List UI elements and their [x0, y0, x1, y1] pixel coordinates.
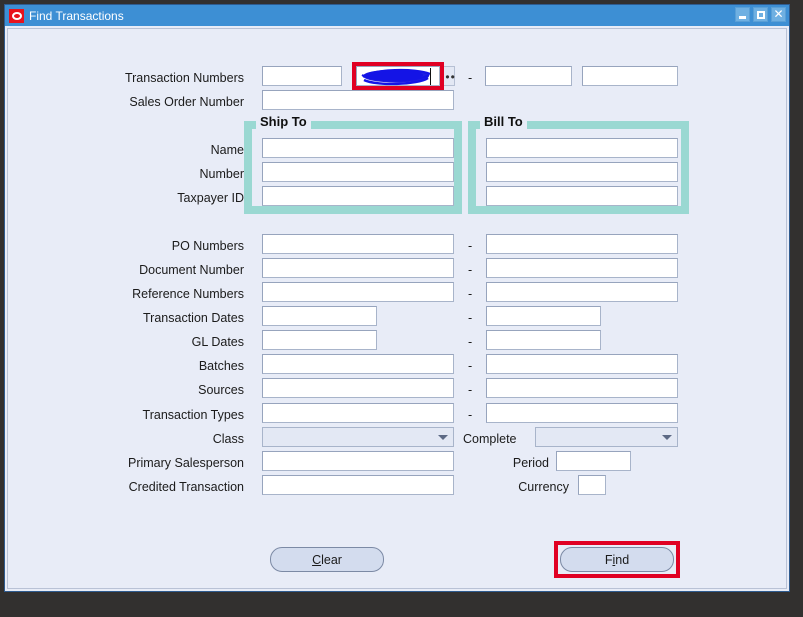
batches-separator: -: [468, 359, 473, 373]
oracle-logo-icon: [9, 8, 24, 23]
gl-dates-from-field[interactable]: [262, 330, 377, 350]
label-period: Period: [512, 456, 549, 470]
reference-numbers-to-field[interactable]: [486, 282, 678, 302]
bill-to-name-field[interactable]: [486, 138, 678, 158]
ship-to-taxpayer-id-field[interactable]: [262, 186, 454, 206]
class-dropdown[interactable]: [262, 427, 454, 447]
document-number-separator: -: [468, 263, 473, 277]
find-transactions-form: Transaction Numbers ••• - Sales Order Nu…: [8, 29, 786, 588]
clear-mnemonic: C: [312, 552, 322, 567]
sources-from-field[interactable]: [262, 378, 454, 398]
transaction-types-to-field[interactable]: [486, 403, 678, 423]
transaction-dates-to-field[interactable]: [486, 306, 601, 326]
label-document-number: Document Number: [139, 263, 244, 277]
sources-to-field[interactable]: [486, 378, 678, 398]
po-numbers-separator: -: [468, 239, 473, 253]
po-numbers-to-field[interactable]: [486, 234, 678, 254]
label-sales-order-number: Sales Order Number: [129, 95, 244, 109]
batches-to-field[interactable]: [486, 354, 678, 374]
complete-dropdown[interactable]: [535, 427, 678, 447]
label-primary-salesperson: Primary Salesperson: [127, 456, 244, 470]
gl-dates-separator: -: [468, 335, 473, 349]
batches-from-field[interactable]: [262, 354, 454, 374]
ship-to-name-field[interactable]: [262, 138, 454, 158]
ship-to-number-field[interactable]: [262, 162, 454, 182]
po-numbers-from-field[interactable]: [262, 234, 454, 254]
label-complete: Complete: [463, 432, 517, 446]
sources-separator: -: [468, 383, 473, 397]
find-transactions-window: Find Transactions ✕ Transaction Numbers …: [4, 4, 790, 592]
close-glyph: ✕: [773, 7, 784, 21]
transaction-numbers-lov-button[interactable]: •••: [440, 66, 455, 86]
transaction-dates-separator: -: [468, 311, 473, 325]
reference-numbers-separator: -: [468, 287, 473, 301]
label-ship-to-number: Number: [199, 167, 244, 181]
document-number-to-field[interactable]: [486, 258, 678, 278]
transaction-numbers-to-alt-field[interactable]: [582, 66, 678, 86]
label-credited-transaction: Credited Transaction: [128, 480, 244, 494]
label-class: Class: [212, 432, 244, 446]
transaction-numbers-from-field[interactable]: [262, 66, 342, 86]
close-icon[interactable]: ✕: [771, 7, 786, 22]
bill-to-number-field[interactable]: [486, 162, 678, 182]
clear-button-label: Clear: [312, 553, 342, 567]
bill-to-group-title: Bill To: [480, 115, 527, 129]
document-number-from-field[interactable]: [262, 258, 454, 278]
transaction-numbers-separator: -: [468, 71, 473, 85]
primary-salesperson-field[interactable]: [262, 451, 454, 471]
screen: Find Transactions ✕ Transaction Numbers …: [0, 0, 803, 617]
transaction-numbers-from-alt-field[interactable]: [356, 66, 440, 86]
desktop-bottom-strip: [0, 596, 803, 617]
label-transaction-numbers: Transaction Numbers: [124, 71, 244, 85]
find-rest: nd: [615, 552, 630, 567]
label-transaction-types: Transaction Types: [142, 408, 244, 422]
label-batches: Batches: [198, 359, 244, 373]
find-button-label: Find: [605, 553, 629, 567]
bill-to-taxpayer-id-field[interactable]: [486, 186, 678, 206]
text-caret: [430, 68, 431, 85]
transaction-types-from-field[interactable]: [262, 403, 454, 423]
label-po-numbers: PO Numbers: [171, 239, 244, 253]
window-controls: ✕: [735, 7, 786, 22]
ship-to-group-title: Ship To: [256, 115, 311, 129]
sales-order-number-field[interactable]: [262, 90, 454, 110]
label-reference-numbers: Reference Numbers: [132, 287, 244, 301]
label-ship-to-taxpayer-id: Taxpayer ID: [177, 191, 244, 205]
chevron-down-icon: [662, 435, 672, 440]
window-title: Find Transactions: [29, 8, 124, 23]
label-transaction-dates: Transaction Dates: [143, 311, 244, 325]
clear-rest: lear: [321, 552, 342, 567]
reference-numbers-from-field[interactable]: [262, 282, 454, 302]
label-ship-to-name: Name: [210, 143, 244, 157]
find-button[interactable]: Find: [560, 547, 674, 572]
window-titlebar[interactable]: Find Transactions ✕: [5, 5, 789, 26]
chevron-down-icon: [438, 435, 448, 440]
credited-transaction-field[interactable]: [262, 475, 454, 495]
label-currency: Currency: [518, 480, 569, 494]
gl-dates-to-field[interactable]: [486, 330, 601, 350]
transaction-dates-from-field[interactable]: [262, 306, 377, 326]
form-canvas: Transaction Numbers ••• - Sales Order Nu…: [7, 28, 787, 589]
clear-button[interactable]: Clear: [270, 547, 384, 572]
label-gl-dates: GL Dates: [191, 335, 244, 349]
label-sources: Sources: [198, 383, 244, 397]
transaction-numbers-to-field[interactable]: [485, 66, 572, 86]
transaction-types-separator: -: [468, 408, 473, 422]
minimize-icon[interactable]: [735, 7, 750, 22]
maximize-icon[interactable]: [753, 7, 768, 22]
period-field[interactable]: [556, 451, 631, 471]
currency-field[interactable]: [578, 475, 606, 495]
